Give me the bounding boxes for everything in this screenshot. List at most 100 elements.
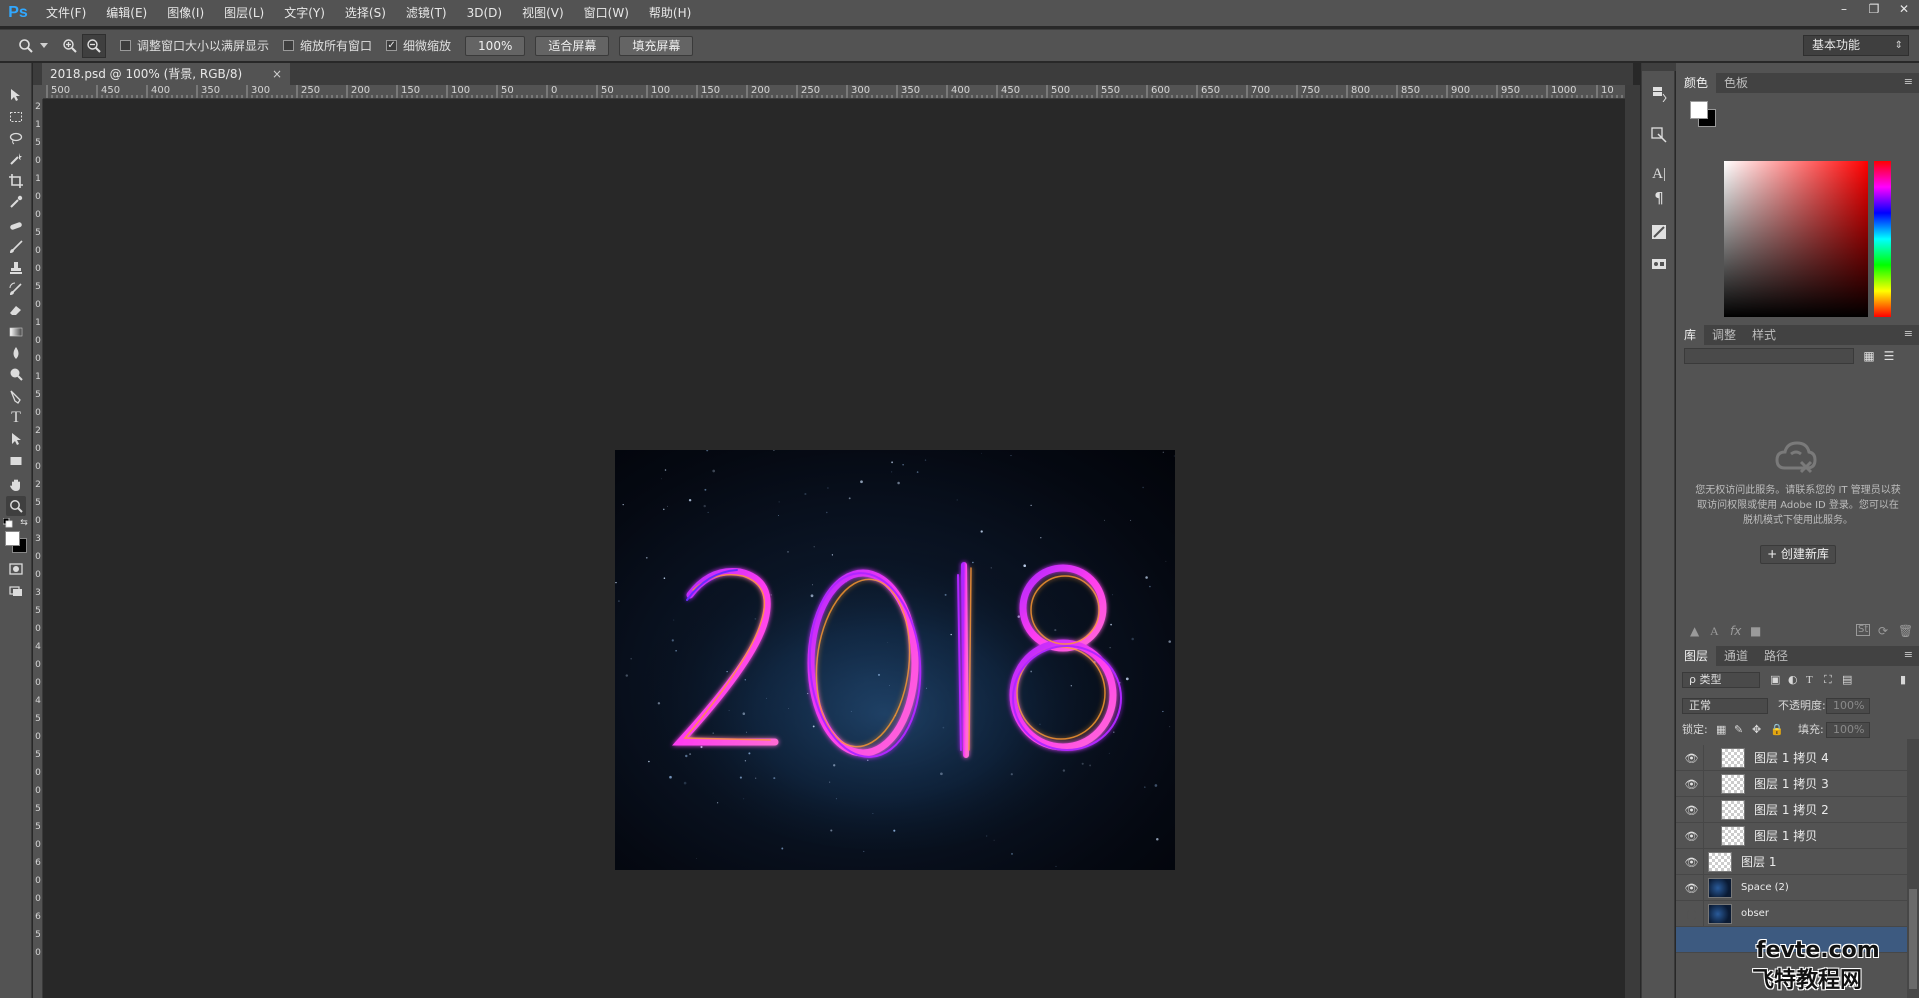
grid-view-icon[interactable]: ▦: [1861, 348, 1877, 364]
fit-window-checkbox[interactable]: 调整窗口大小以满屏显示: [120, 37, 269, 54]
zoom-tool-icon[interactable]: [6, 496, 26, 516]
properties-panel-icon[interactable]: [1648, 124, 1670, 146]
vertical-ruler[interactable]: 2 1 5 0 1 0 0 5 0 0 5 0 1 0 0 1 5 0 2 0 0 2 5 0 3 0 0 3 5 0 4 0 0 4 5 0 5 0 0 5…: [33, 99, 43, 998]
filter-type-icon[interactable]: T: [1806, 672, 1813, 688]
document-canvas[interactable]: 2018: [615, 450, 1175, 870]
eye-icon[interactable]: 👁: [1680, 849, 1704, 875]
layer-filter-kind-select[interactable]: ρ 类型: [1682, 672, 1760, 688]
opacity-input[interactable]: 100%: [1826, 698, 1870, 714]
brush-tool-icon[interactable]: [6, 237, 26, 257]
zoom-all-windows-checkbox[interactable]: 缩放所有窗口: [283, 37, 372, 54]
document-tab[interactable]: 2018.psd @ 100% (背景, RGB/8) ×: [42, 63, 290, 85]
swap-colors-icon[interactable]: ⇆: [19, 518, 29, 528]
restore-button[interactable]: ❐: [1859, 0, 1889, 18]
crop-tool-icon[interactable]: [6, 171, 26, 191]
layer-row[interactable]: 👁 图层 1 拷贝 4: [1676, 745, 1907, 771]
eye-icon[interactable]: 👁: [1680, 771, 1704, 797]
type-tool-icon[interactable]: T: [6, 408, 26, 428]
add-graphic-icon[interactable]: ▲: [1690, 624, 1699, 638]
menu-select[interactable]: 选择(S): [335, 0, 396, 26]
library-select[interactable]: [1684, 348, 1854, 364]
close-icon[interactable]: ×: [272, 63, 282, 85]
filter-toggle-icon[interactable]: ▮: [1900, 672, 1906, 688]
menu-edit[interactable]: 编辑(E): [96, 0, 157, 26]
add-character-style-icon[interactable]: A: [1710, 624, 1719, 639]
dock-collapse-bar[interactable]: [1642, 63, 1676, 71]
lock-position-icon[interactable]: ✥: [1752, 722, 1761, 738]
chevron-down-icon[interactable]: [38, 34, 50, 58]
color-panel-foreground-swatch[interactable]: [1690, 101, 1708, 119]
layer-row[interactable]: 👁 图层 1 拷贝 2: [1676, 797, 1907, 823]
horizontal-ruler[interactable]: 500 450 400 350 300 250 200 150 100 50 0 50 100 150 20…: [43, 85, 1640, 99]
menu-3d[interactable]: 3D(D): [457, 0, 512, 26]
zoom-100-button[interactable]: 100%: [465, 35, 526, 56]
eye-icon[interactable]: 👁: [1680, 875, 1704, 901]
fill-input[interactable]: 100%: [1826, 722, 1870, 738]
layer-row[interactable]: 👁 图层 1 拷贝 3: [1676, 771, 1907, 797]
tool-presets-panel-icon[interactable]: [1648, 253, 1670, 275]
add-layer-style-icon[interactable]: fx: [1730, 624, 1741, 638]
menu-view[interactable]: 视图(V): [512, 0, 574, 26]
eye-hidden-icon[interactable]: ▢: [1680, 901, 1704, 927]
checkbox-box[interactable]: [120, 40, 131, 51]
rectangle-tool-icon[interactable]: [6, 451, 26, 471]
color-spectrum-field[interactable]: [1724, 161, 1868, 317]
magic-wand-tool-icon[interactable]: [6, 149, 26, 169]
lock-pixels-icon[interactable]: ✎: [1734, 722, 1743, 738]
character-panel-icon[interactable]: A|: [1648, 163, 1670, 185]
menu-help[interactable]: 帮助(H): [639, 0, 701, 26]
tab-libraries[interactable]: 库: [1676, 325, 1705, 345]
paragraph-panel-icon[interactable]: ¶: [1648, 187, 1670, 209]
pen-tool-icon[interactable]: [6, 387, 26, 407]
menu-type[interactable]: 文字(Y): [274, 0, 335, 26]
history-panel-icon[interactable]: [1648, 83, 1670, 105]
layer-row[interactable]: 👁 Space (2): [1676, 875, 1907, 901]
menu-file[interactable]: 文件(F): [36, 0, 96, 26]
lasso-tool-icon[interactable]: [6, 128, 26, 148]
eyedropper-tool-icon[interactable]: [6, 192, 26, 212]
move-tool-icon[interactable]: [6, 85, 26, 105]
panel-menu-icon[interactable]: ≡: [1904, 75, 1913, 88]
checkbox-box[interactable]: [283, 40, 295, 51]
healing-brush-tool-icon[interactable]: [6, 216, 26, 236]
zoom-in-icon[interactable]: [58, 34, 82, 58]
lock-all-icon[interactable]: 🔒: [1770, 722, 1784, 738]
fit-screen-button[interactable]: 适合屏幕: [535, 35, 610, 56]
tab-styles[interactable]: 样式: [1744, 325, 1784, 345]
ruler-corner[interactable]: [33, 85, 43, 99]
panel-menu-icon[interactable]: ≡: [1904, 648, 1913, 661]
eye-icon[interactable]: 👁: [1680, 745, 1704, 771]
stock-icon[interactable]: St: [1856, 624, 1871, 636]
tab-paths[interactable]: 路径: [1756, 646, 1796, 666]
default-colors-icon[interactable]: [3, 518, 13, 528]
trash-icon[interactable]: 🗑: [1898, 624, 1913, 638]
menu-filter[interactable]: 滤镜(T): [396, 0, 457, 26]
zoom-tool-preset-icon[interactable]: [14, 34, 38, 58]
hand-tool-icon[interactable]: [6, 475, 26, 495]
filter-adjustment-icon[interactable]: ◐: [1788, 672, 1798, 688]
foreground-color-swatch[interactable]: [5, 531, 20, 546]
menu-image[interactable]: 图像(I): [157, 0, 214, 26]
tab-layers[interactable]: 图层: [1676, 646, 1717, 666]
screen-mode-icon[interactable]: [6, 581, 26, 601]
add-color-icon[interactable]: ■: [1750, 624, 1761, 638]
eraser-tool-icon[interactable]: [6, 300, 26, 320]
create-library-button[interactable]: + 创建新库: [1760, 545, 1836, 564]
zoom-out-icon[interactable]: [82, 33, 106, 58]
list-view-icon[interactable]: ☰: [1881, 348, 1897, 364]
tab-channels[interactable]: 通道: [1716, 646, 1756, 666]
quick-mask-icon[interactable]: [6, 559, 26, 579]
gradient-tool-icon[interactable]: [6, 322, 26, 342]
panel-menu-icon[interactable]: ≡: [1904, 327, 1913, 340]
tab-adjustments[interactable]: 调整: [1704, 325, 1744, 345]
close-button[interactable]: ✕: [1889, 0, 1919, 18]
tab-swatches[interactable]: 色板: [1716, 73, 1756, 93]
menu-layer[interactable]: 图层(L): [214, 0, 274, 26]
path-selection-tool-icon[interactable]: [6, 429, 26, 449]
tab-color[interactable]: 颜色: [1676, 73, 1717, 93]
layer-row-partial[interactable]: [1676, 739, 1907, 743]
lock-transparent-icon[interactable]: ▦: [1716, 722, 1726, 738]
fill-screen-button[interactable]: 填充屏幕: [619, 35, 694, 56]
filter-pixel-icon[interactable]: ▣: [1770, 672, 1780, 688]
brush-preset-panel-icon[interactable]: [1648, 221, 1670, 243]
